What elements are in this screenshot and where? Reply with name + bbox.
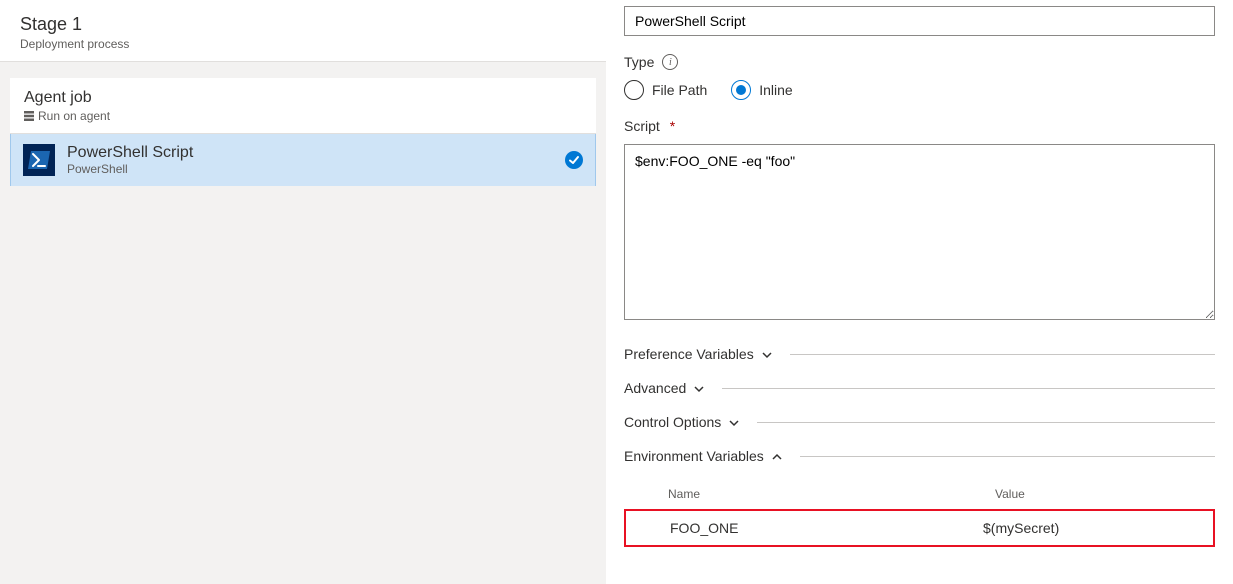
type-label-row: Type i (624, 54, 1215, 70)
stage-title: Stage 1 (20, 14, 586, 35)
section-environment-variables[interactable]: Environment Variables (624, 439, 1215, 473)
type-label: Type (624, 54, 654, 70)
task-type: PowerShell (67, 162, 553, 176)
table-row[interactable]: FOO_ONE $(mySecret) (624, 509, 1215, 547)
section-preference-variables[interactable]: Preference Variables (624, 337, 1215, 371)
chevron-down-icon (693, 382, 705, 394)
radio-file-path[interactable]: File Path (624, 80, 707, 100)
stage-subtitle: Deployment process (20, 37, 586, 51)
table-header: Name Value (624, 481, 1215, 509)
display-name-input[interactable] (624, 6, 1215, 36)
script-label-row: Script * (624, 118, 1215, 134)
section-control-options[interactable]: Control Options (624, 405, 1215, 439)
script-label: Script (624, 118, 660, 134)
section-advanced[interactable]: Advanced (624, 371, 1215, 405)
header-name: Name (668, 487, 995, 501)
info-icon[interactable]: i (662, 54, 678, 70)
chevron-down-icon (761, 348, 773, 360)
chevron-up-icon (771, 450, 783, 462)
radio-icon (731, 80, 751, 100)
env-variables-table: Name Value FOO_ONE $(mySecret) (624, 481, 1215, 547)
task-details-panel: Type i File Path Inline Script * Preferen… (606, 0, 1233, 584)
pipeline-sidebar: Stage 1 Deployment process Agent job Run… (0, 0, 606, 584)
powershell-icon (23, 144, 55, 176)
task-text: PowerShell Script PowerShell (67, 144, 553, 176)
check-circle-icon (565, 151, 583, 169)
agent-job-card[interactable]: Agent job Run on agent (10, 78, 596, 134)
task-name: PowerShell Script (67, 144, 553, 162)
task-row-powershell[interactable]: PowerShell Script PowerShell (10, 134, 596, 186)
agent-job-title: Agent job (24, 89, 582, 107)
env-var-name: FOO_ONE (670, 520, 983, 536)
radio-inline[interactable]: Inline (731, 80, 792, 100)
required-mark: * (670, 118, 675, 134)
server-icon (24, 111, 34, 121)
radio-icon (624, 80, 644, 100)
type-radio-group: File Path Inline (624, 80, 1215, 100)
script-textarea[interactable] (624, 144, 1215, 320)
header-value: Value (995, 487, 1215, 501)
chevron-down-icon (728, 416, 740, 428)
env-var-value: $(mySecret) (983, 520, 1203, 536)
stage-header[interactable]: Stage 1 Deployment process (0, 0, 606, 62)
agent-job-subtitle: Run on agent (24, 109, 582, 123)
